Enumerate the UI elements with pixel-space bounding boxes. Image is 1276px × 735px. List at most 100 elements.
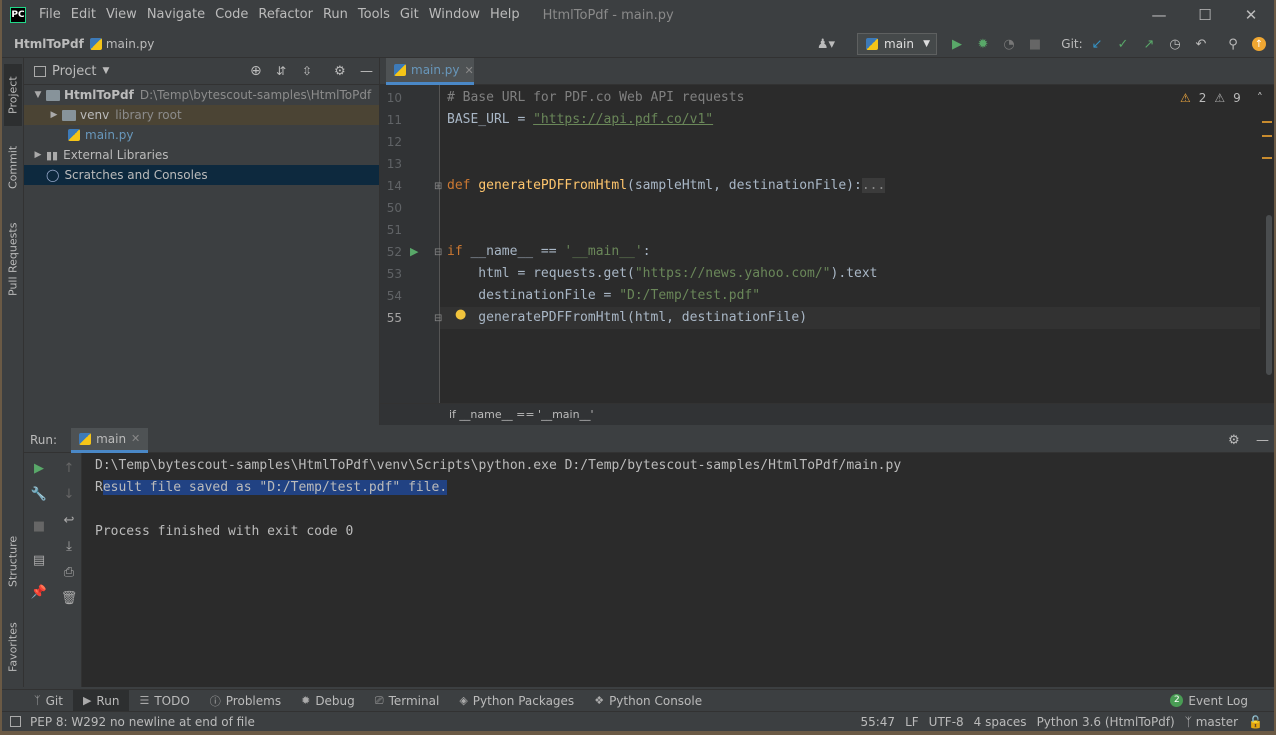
- run-config-select[interactable]: main ▼: [857, 33, 937, 55]
- soft-wrap-icon[interactable]: ↩: [62, 513, 76, 528]
- wrench-icon[interactable]: 🔧: [31, 487, 47, 502]
- close-tab-icon[interactable]: ✕: [465, 64, 474, 77]
- menu-file[interactable]: File: [34, 0, 66, 30]
- menu-window[interactable]: Window: [424, 0, 485, 30]
- warning-marker[interactable]: [1262, 157, 1272, 159]
- trash-icon[interactable]: 🗑: [61, 591, 78, 606]
- code-editor[interactable]: 10 11 12 13 14 50 51 52 53 54 55 ▶ ⊞ ⊟ ⊟…: [380, 85, 1274, 403]
- fold-icon[interactable]: ⊟: [434, 247, 442, 258]
- menu-view[interactable]: View: [101, 0, 142, 30]
- close-icon[interactable]: ✕: [1228, 0, 1274, 30]
- gear-icon[interactable]: ⚙: [1228, 433, 1240, 448]
- file-encoding[interactable]: UTF-8: [924, 715, 969, 729]
- chevron-right-icon[interactable]: ▶: [32, 150, 44, 160]
- nav-file[interactable]: main.py: [89, 37, 154, 51]
- tool-tab-problems[interactable]: ⓘ Problems: [200, 690, 291, 712]
- python-interpreter[interactable]: Python 3.6 (HtmlToPdf): [1032, 715, 1180, 729]
- root-name: HtmlToPdf: [64, 88, 134, 102]
- side-tab-project[interactable]: Project: [4, 64, 22, 126]
- close-tab-icon[interactable]: ✕: [131, 432, 140, 445]
- gear-icon[interactable]: ⚙: [334, 64, 346, 79]
- run-gutter-icon[interactable]: ▶: [410, 245, 418, 258]
- lock-icon[interactable]: 🔓: [1243, 715, 1268, 729]
- tool-tab-todo[interactable]: ☰ TODO: [129, 690, 199, 712]
- editor-scrollbar[interactable]: [1260, 85, 1274, 403]
- tree-item-root[interactable]: ▼ HtmlToPdf D:\Temp\bytescout-samples\Ht…: [24, 85, 379, 105]
- side-tab-pull-requests[interactable]: Pull Requests: [4, 214, 22, 304]
- menu-help[interactable]: Help: [485, 0, 525, 30]
- tool-tab-python-console[interactable]: ❖ Python Console: [584, 690, 712, 712]
- stop-icon[interactable]: ■: [1028, 37, 1042, 52]
- menu-git[interactable]: Git: [395, 0, 424, 30]
- maximize-icon[interactable]: ☐: [1182, 0, 1228, 30]
- line-separator[interactable]: LF: [900, 715, 924, 729]
- status-message[interactable]: PEP 8: W292 no newline at end of file: [25, 715, 260, 729]
- minimize-icon[interactable]: —: [1136, 0, 1182, 30]
- chevron-right-icon[interactable]: ▶: [48, 110, 60, 120]
- scroll-to-end-icon[interactable]: ⤓: [62, 539, 76, 554]
- tool-tab-git[interactable]: ᛉ Git: [24, 690, 73, 712]
- folded-region[interactable]: ...: [861, 178, 886, 193]
- arrow-down-icon[interactable]: ↓: [62, 487, 76, 502]
- pin-icon[interactable]: 📌: [31, 585, 47, 600]
- history-icon[interactable]: ◷: [1168, 37, 1182, 52]
- side-tab-structure[interactable]: Structure: [4, 526, 22, 596]
- tool-tab-python-packages[interactable]: ◈ Python Packages: [449, 690, 584, 712]
- user-icon[interactable]: ♟▾: [814, 37, 838, 52]
- warning-marker[interactable]: [1262, 135, 1272, 137]
- indent-setting[interactable]: 4 spaces: [969, 715, 1032, 729]
- menu-navigate[interactable]: Navigate: [142, 0, 210, 30]
- run-tab-main[interactable]: main ✕: [71, 427, 149, 453]
- debug-icon[interactable]: ✹: [976, 37, 990, 52]
- tool-tab-event-log[interactable]: 2 Event Log: [1160, 690, 1258, 712]
- collapse-all-icon[interactable]: ⇳: [302, 64, 312, 78]
- tool-tab-run[interactable]: ▶ Run: [72, 689, 130, 712]
- menu-tools[interactable]: Tools: [353, 0, 395, 30]
- editor-tab-main-py[interactable]: main.py ✕: [386, 58, 474, 85]
- menu-refactor[interactable]: Refactor: [253, 0, 318, 30]
- tree-item-scratches[interactable]: ◯ Scratches and Consoles: [24, 165, 379, 185]
- coverage-icon[interactable]: ◔: [1002, 37, 1016, 52]
- menu-edit[interactable]: Edit: [66, 0, 101, 30]
- tree-item-venv[interactable]: ▶ venv library root: [24, 105, 379, 125]
- fold-icon[interactable]: ⊟: [434, 313, 442, 324]
- git-commit-icon[interactable]: ✓: [1116, 37, 1130, 52]
- expand-all-icon[interactable]: ⇵: [276, 64, 286, 78]
- run-console[interactable]: D:\Temp\bytescout-samples\HtmlToPdf\venv…: [82, 453, 1274, 687]
- update-icon[interactable]: ↑: [1252, 37, 1266, 51]
- nav-project[interactable]: HtmlToPdf: [14, 37, 84, 51]
- side-tab-project-label: Project: [6, 76, 20, 114]
- git-branch[interactable]: ᛉ master: [1180, 715, 1243, 729]
- tool-tab-label: Python Console: [609, 693, 703, 708]
- chevron-down-icon[interactable]: ▼: [102, 66, 109, 76]
- print-icon[interactable]: ⎙: [62, 565, 76, 580]
- toggle-tool-windows-icon[interactable]: [10, 716, 21, 727]
- run-icon[interactable]: ▶: [950, 37, 964, 52]
- rollback-icon[interactable]: ↶: [1194, 37, 1208, 52]
- rerun-icon[interactable]: ▶: [32, 461, 46, 476]
- fold-icon[interactable]: ⊞: [434, 181, 442, 192]
- project-view-select[interactable]: Project: [52, 64, 96, 79]
- tool-tab-terminal[interactable]: ⎚ Terminal: [365, 690, 450, 712]
- side-tab-favorites[interactable]: Favorites: [4, 612, 22, 682]
- caret-position[interactable]: 55:47: [855, 715, 900, 729]
- side-tab-commit[interactable]: Commit: [4, 136, 22, 198]
- locate-icon[interactable]: ⊕: [250, 63, 262, 79]
- hide-icon[interactable]: —: [360, 64, 373, 79]
- tree-item-main-py[interactable]: main.py: [24, 125, 379, 145]
- scrollbar-thumb[interactable]: [1266, 215, 1272, 375]
- warning-marker[interactable]: [1262, 121, 1272, 123]
- layout-icon[interactable]: ▤: [32, 553, 46, 568]
- menu-run[interactable]: Run: [318, 0, 353, 30]
- menu-code[interactable]: Code: [210, 0, 253, 30]
- hide-icon[interactable]: —: [1256, 433, 1269, 448]
- arrow-up-icon[interactable]: ↑: [62, 461, 76, 476]
- tree-item-external-libraries[interactable]: ▶ ▮▮ External Libraries: [24, 145, 379, 165]
- chevron-down-icon[interactable]: ▼: [32, 90, 44, 100]
- stop-icon[interactable]: ■: [32, 519, 46, 534]
- git-push-icon[interactable]: ↗: [1142, 37, 1156, 52]
- tool-tab-debug[interactable]: ✹ Debug: [291, 690, 365, 712]
- editor-breadcrumb[interactable]: if __name__ == '__main__': [380, 403, 1274, 425]
- git-update-icon[interactable]: ↙: [1090, 37, 1104, 52]
- search-icon[interactable]: ⚲: [1226, 37, 1240, 52]
